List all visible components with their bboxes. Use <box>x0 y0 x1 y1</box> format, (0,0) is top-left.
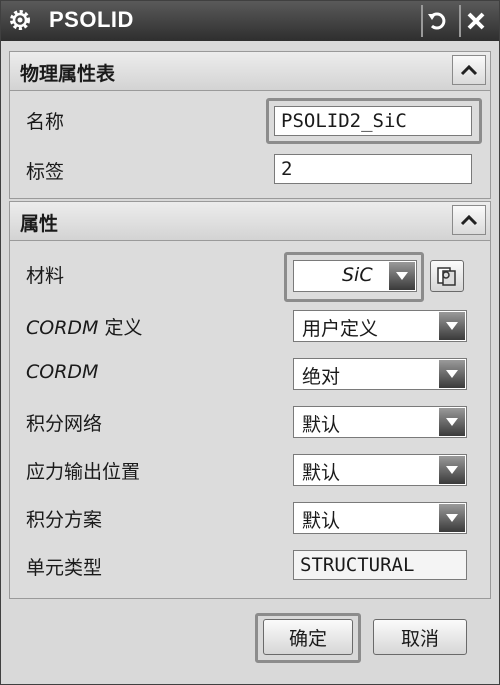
cordm-label-latin: CORDM <box>26 361 99 383</box>
integration-network-row: 积分网络 默认 <box>10 400 490 444</box>
name-field[interactable]: PSOLID2_SiC <box>274 106 472 136</box>
stress-output-value: 默认 <box>302 462 341 484</box>
material-browser-button[interactable] <box>430 260 464 292</box>
integration-scheme-select[interactable]: 默认 <box>293 502 467 534</box>
close-button[interactable] <box>459 5 491 37</box>
stress-output-label: 应力输出位置 <box>26 461 141 483</box>
properties-title: 属性 <box>20 213 59 235</box>
cordm-definition-label: CORDM 定义 <box>26 313 143 340</box>
integration-scheme-value: 默认 <box>302 510 341 532</box>
chevron-down-icon <box>439 312 465 340</box>
ok-button[interactable]: 确定 <box>263 619 353 655</box>
material-row: 材料 SiC <box>10 252 490 302</box>
element-type-row: 单元类型 STRUCTURAL <box>10 544 490 588</box>
stress-output-select[interactable]: 默认 <box>293 454 467 486</box>
chevron-down-icon <box>389 262 415 290</box>
name-row: 名称 PSOLID2_SiC <box>10 98 490 144</box>
properties-header[interactable]: 属性 <box>10 202 490 241</box>
chevron-down-icon <box>439 408 465 436</box>
chevron-down-icon <box>439 504 465 532</box>
cordm-value: 绝对 <box>302 366 341 388</box>
cordm-definition-row: CORDM 定义 用户定义 <box>10 304 490 348</box>
physical-property-header[interactable]: 物理属性表 <box>10 52 490 91</box>
material-select[interactable]: SiC <box>293 260 417 292</box>
tag-label: 标签 <box>26 161 65 183</box>
cordm-definition-select[interactable]: 用户定义 <box>293 310 467 342</box>
tag-field[interactable]: 2 <box>274 154 472 184</box>
tag-row: 标签 2 <box>10 148 490 192</box>
reset-button[interactable] <box>421 5 453 37</box>
cordm-row: CORDM 绝对 <box>10 352 490 396</box>
stress-output-row: 应力输出位置 默认 <box>10 448 490 492</box>
cordm-definition-label-cn: 定义 <box>98 317 143 339</box>
cordm-definition-value: 用户定义 <box>302 318 379 340</box>
integration-network-label: 积分网络 <box>26 413 103 435</box>
element-type-label: 单元类型 <box>26 557 103 579</box>
name-label: 名称 <box>26 111 65 133</box>
material-value: SiC <box>342 264 373 286</box>
gear-icon[interactable] <box>7 7 33 33</box>
psolid-dialog: PSOLID 物理属性表 名称 PSOLID2_SiC 标签 2 属性 材料 S… <box>0 0 500 685</box>
title-bar[interactable]: PSOLID <box>1 1 499 41</box>
collapse-physical-button[interactable] <box>452 55 486 85</box>
material-library-icon <box>437 267 456 286</box>
cordm-select[interactable]: 绝对 <box>293 358 467 390</box>
undo-icon <box>428 12 446 30</box>
chevron-up-icon <box>460 64 478 76</box>
integration-network-select[interactable]: 默认 <box>293 406 467 438</box>
chevron-down-icon <box>439 456 465 484</box>
integration-scheme-label: 积分方案 <box>26 509 103 531</box>
chevron-down-icon <box>439 360 465 388</box>
integration-scheme-row: 积分方案 默认 <box>10 496 490 540</box>
chevron-up-icon <box>460 214 478 226</box>
material-label: 材料 <box>26 265 65 287</box>
physical-property-group: 物理属性表 名称 PSOLID2_SiC 标签 2 <box>9 51 491 199</box>
integration-network-value: 默认 <box>302 414 341 436</box>
collapse-properties-button[interactable] <box>452 205 486 235</box>
physical-property-title: 物理属性表 <box>20 63 116 85</box>
close-icon <box>467 12 485 30</box>
dialog-title: PSOLID <box>49 7 134 32</box>
cancel-button[interactable]: 取消 <box>373 619 467 655</box>
properties-group: 属性 材料 SiC CORDM 定义 用户定义 CORDM 绝对 积分网络 默认… <box>9 201 491 599</box>
element-type-field: STRUCTURAL <box>293 550 467 580</box>
cordm-definition-label-latin: CORDM <box>26 317 99 339</box>
cordm-label: CORDM <box>26 361 98 383</box>
